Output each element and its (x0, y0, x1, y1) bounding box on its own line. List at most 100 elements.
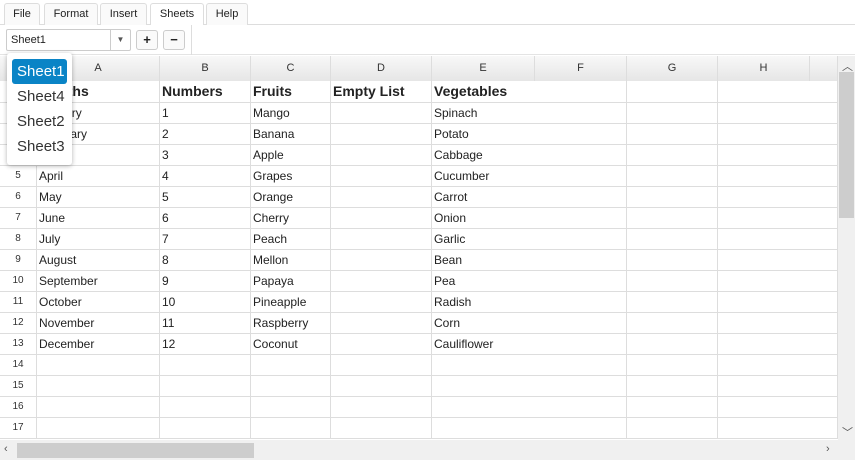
cell[interactable]: 12 (160, 334, 251, 354)
cell[interactable] (718, 229, 838, 249)
cell[interactable]: Pea (432, 271, 627, 291)
cell[interactable] (627, 103, 718, 123)
row-number[interactable]: 10 (0, 271, 37, 291)
tab-insert[interactable]: Insert (100, 3, 147, 25)
cell[interactable]: Bean (432, 250, 627, 270)
cell[interactable] (718, 292, 838, 312)
cell[interactable] (718, 250, 838, 270)
cell[interactable] (627, 124, 718, 144)
row-number[interactable]: 8 (0, 229, 37, 249)
sheet-select[interactable]: Sheet1 ▼ (6, 29, 131, 51)
row-number[interactable]: 9 (0, 250, 37, 270)
row-number[interactable]: 5 (0, 166, 37, 186)
cell[interactable]: Grapes (251, 166, 331, 186)
cell[interactable]: 3 (160, 145, 251, 165)
cell[interactable] (718, 376, 838, 396)
row-number[interactable]: 6 (0, 187, 37, 207)
cell[interactable]: 8 (160, 250, 251, 270)
cell[interactable]: Vegetables (432, 81, 627, 102)
cell[interactable]: Coconut (251, 334, 331, 354)
remove-sheet-button[interactable]: − (163, 30, 185, 50)
cell[interactable]: Numbers (160, 81, 251, 102)
cell[interactable] (251, 376, 331, 396)
cell[interactable] (331, 418, 432, 438)
cell[interactable] (331, 145, 432, 165)
cell[interactable]: 9 (160, 271, 251, 291)
cell[interactable]: Cucumber (432, 166, 627, 186)
cell[interactable] (331, 334, 432, 354)
column-header[interactable]: D (331, 56, 432, 81)
cell[interactable] (160, 376, 251, 396)
cell[interactable]: Cauliflower (432, 334, 627, 354)
scroll-right-icon[interactable]: › (826, 443, 830, 455)
cell[interactable] (331, 208, 432, 228)
chevron-down-icon[interactable]: ▼ (110, 30, 130, 50)
cell[interactable]: Carrot (432, 187, 627, 207)
cell[interactable] (627, 313, 718, 333)
row-number[interactable]: 17 (0, 418, 37, 438)
cell[interactable]: 1 (160, 103, 251, 123)
tab-help[interactable]: Help (206, 3, 248, 25)
cell[interactable] (718, 124, 838, 144)
sheet-menu-item[interactable]: Sheet4 (12, 84, 67, 109)
cell[interactable]: October (37, 292, 160, 312)
cell[interactable]: November (37, 313, 160, 333)
cell[interactable] (627, 355, 718, 375)
cell[interactable]: Garlic (432, 229, 627, 249)
sheet-menu-item[interactable]: Sheet1 (12, 59, 67, 84)
cell[interactable]: June (37, 208, 160, 228)
tab-file[interactable]: File (4, 3, 40, 25)
cell[interactable] (718, 145, 838, 165)
cell[interactable] (37, 355, 160, 375)
scroll-left-icon[interactable]: ‹ (4, 443, 8, 455)
cell[interactable]: 10 (160, 292, 251, 312)
cell[interactable] (627, 208, 718, 228)
cell[interactable] (331, 166, 432, 186)
header-corner[interactable] (810, 56, 838, 81)
cell[interactable]: Peach (251, 229, 331, 249)
cell[interactable] (37, 418, 160, 438)
cell[interactable] (432, 418, 627, 438)
tab-format[interactable]: Format (44, 3, 98, 25)
cell[interactable] (627, 397, 718, 417)
cell[interactable]: April (37, 166, 160, 186)
cell[interactable] (432, 355, 627, 375)
cell[interactable]: Corn (432, 313, 627, 333)
cell[interactable] (718, 81, 838, 102)
cell[interactable] (718, 397, 838, 417)
cell[interactable] (627, 418, 718, 438)
cell[interactable] (160, 397, 251, 417)
vertical-scroll-thumb[interactable] (839, 72, 854, 218)
cell[interactable] (718, 313, 838, 333)
cell[interactable] (627, 250, 718, 270)
cell[interactable]: Fruits (251, 81, 331, 102)
row-number[interactable]: 16 (0, 397, 37, 417)
cell[interactable]: Papaya (251, 271, 331, 291)
column-header[interactable]: H (718, 56, 810, 81)
cell[interactable]: Cabbage (432, 145, 627, 165)
cell[interactable]: Spinach (432, 103, 627, 123)
sheet-menu-item[interactable]: Sheet3 (12, 134, 67, 159)
cell[interactable]: Apple (251, 145, 331, 165)
row-number[interactable]: 12 (0, 313, 37, 333)
cell[interactable] (37, 397, 160, 417)
cell[interactable] (37, 376, 160, 396)
cell[interactable]: Empty List (331, 81, 432, 102)
cell[interactable] (627, 271, 718, 291)
cell[interactable] (718, 166, 838, 186)
column-header[interactable]: E (432, 56, 535, 81)
column-header[interactable]: C (251, 56, 331, 81)
cell[interactable] (160, 418, 251, 438)
cell[interactable]: Mellon (251, 250, 331, 270)
cell[interactable]: May (37, 187, 160, 207)
column-header[interactable]: B (160, 56, 251, 81)
cell[interactable] (627, 334, 718, 354)
cell[interactable]: Banana (251, 124, 331, 144)
cell[interactable] (627, 145, 718, 165)
cell[interactable] (627, 187, 718, 207)
cell[interactable]: Radish (432, 292, 627, 312)
row-number[interactable]: 14 (0, 355, 37, 375)
cell[interactable] (331, 355, 432, 375)
cell[interactable] (331, 271, 432, 291)
cell[interactable] (331, 397, 432, 417)
